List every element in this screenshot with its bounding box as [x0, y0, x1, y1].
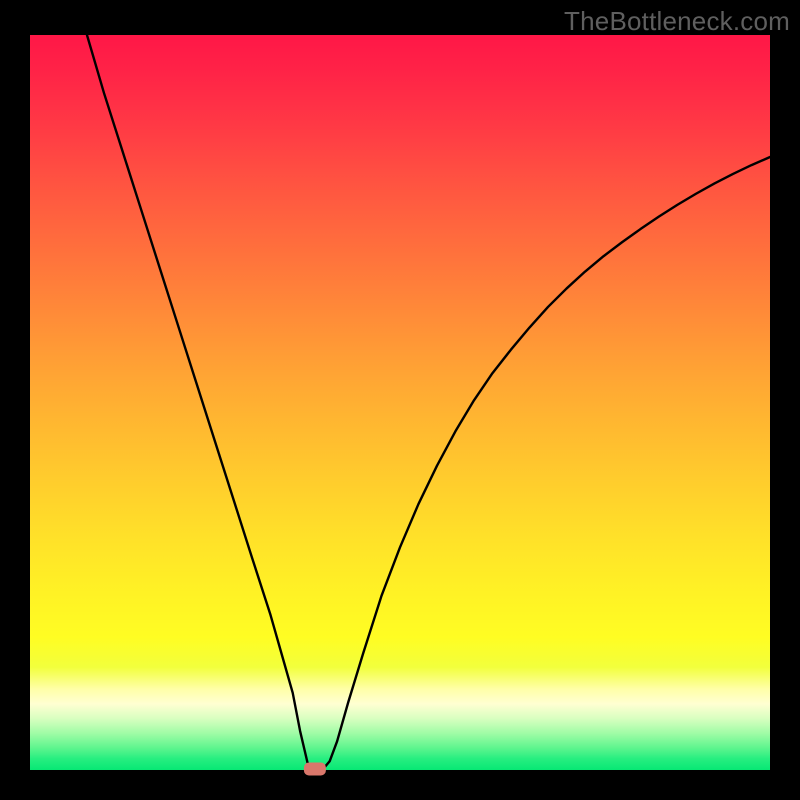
- optimal-marker: [304, 763, 326, 776]
- watermark-text: TheBottleneck.com: [564, 6, 790, 37]
- plot-background: [30, 35, 770, 770]
- chart-svg: [0, 0, 800, 800]
- bottleneck-chart: TheBottleneck.com: [0, 0, 800, 800]
